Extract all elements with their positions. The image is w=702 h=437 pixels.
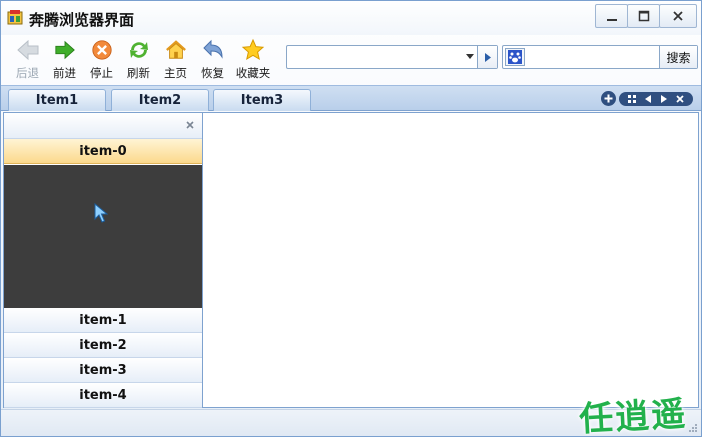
accordion-item-0[interactable]: item-0 <box>4 139 202 164</box>
favorites-button[interactable]: 收藏夹 <box>231 37 275 83</box>
paw-icon <box>508 50 522 64</box>
refresh-label: 刷新 <box>127 66 150 80</box>
search-engine-selector[interactable] <box>505 48 525 66</box>
star-icon <box>241 38 265 61</box>
chevron-right-icon[interactable] <box>660 94 667 103</box>
accordion-item-3[interactable]: item-3 <box>4 358 202 383</box>
content-area[interactable] <box>203 112 699 408</box>
tab-navigation <box>619 91 693 106</box>
tab-controls <box>601 91 693 106</box>
restore-button[interactable]: 恢复 <box>194 37 231 83</box>
go-button[interactable] <box>477 46 497 68</box>
search-box: 搜索 <box>502 45 698 69</box>
add-tab-button[interactable] <box>601 91 616 106</box>
tab-item3[interactable]: Item3 <box>213 89 311 111</box>
address-bar <box>286 45 498 69</box>
refresh-button[interactable]: 刷新 <box>120 37 157 83</box>
accordion-item-0-body <box>4 165 202 308</box>
back-arrow-icon <box>16 39 38 61</box>
home-icon <box>165 40 186 59</box>
minimize-button[interactable] <box>595 4 628 28</box>
accordion-item-4[interactable]: item-4 <box>4 383 202 408</box>
forward-arrow-icon <box>54 40 75 60</box>
minimize-icon <box>606 19 617 21</box>
close-tab-icon[interactable] <box>676 94 684 103</box>
restore-label: 恢复 <box>201 66 224 80</box>
sidebar-close-button[interactable] <box>183 118 197 132</box>
forward-button[interactable]: 前进 <box>46 37 83 83</box>
stop-icon <box>91 40 112 60</box>
accordion-item-2[interactable]: item-2 <box>4 333 202 358</box>
back-label: 后退 <box>16 66 39 80</box>
home-button[interactable]: 主页 <box>157 37 194 83</box>
favorites-label: 收藏夹 <box>235 66 271 80</box>
grid-icon[interactable] <box>627 94 636 103</box>
accordion-item-1[interactable]: item-1 <box>4 308 202 333</box>
chevron-left-icon[interactable] <box>645 94 652 103</box>
search-button[interactable]: 搜索 <box>659 46 697 68</box>
chevron-down-icon <box>466 54 474 59</box>
plus-icon <box>604 94 613 103</box>
toolbar: 后退 前进 停止 刷新 主页 恢复 收藏夹 <box>9 37 275 83</box>
app-icon <box>7 10 23 25</box>
browser-window: 奔腾浏览器界面 后退 前进 停止 刷新 主页 恢复 收藏夹 搜索 Item1 I… <box>0 0 702 437</box>
title-bar[interactable]: 奔腾浏览器界面 <box>1 1 701 35</box>
forward-label: 前进 <box>53 66 76 80</box>
maximize-button[interactable] <box>627 4 660 28</box>
play-arrow-icon <box>484 52 491 62</box>
window-title: 奔腾浏览器界面 <box>29 11 135 29</box>
stop-label: 停止 <box>90 66 113 80</box>
restore-icon <box>202 39 223 59</box>
address-input[interactable] <box>287 46 463 68</box>
tab-item1[interactable]: Item1 <box>8 89 106 111</box>
mouse-cursor-icon <box>94 203 108 223</box>
search-input[interactable] <box>527 46 661 68</box>
sidebar-header <box>4 113 202 139</box>
close-icon <box>673 11 683 21</box>
tab-strip: Item1 Item2 Item3 <box>1 85 701 111</box>
home-label: 主页 <box>164 66 187 80</box>
back-button[interactable]: 后退 <box>9 37 46 83</box>
maximize-icon <box>638 10 649 22</box>
close-icon <box>186 121 194 129</box>
tab-item2[interactable]: Item2 <box>111 89 209 111</box>
address-dropdown[interactable] <box>463 46 477 68</box>
stop-button[interactable]: 停止 <box>83 37 120 83</box>
resize-grip-icon[interactable] <box>688 423 698 433</box>
close-button[interactable] <box>659 4 697 28</box>
watermark: 任逍遥 <box>578 394 689 437</box>
sidebar-panel: item-0 item-1 item-2 item-3 item-4 <box>3 112 203 408</box>
window-controls <box>595 4 697 28</box>
refresh-icon <box>129 42 148 58</box>
